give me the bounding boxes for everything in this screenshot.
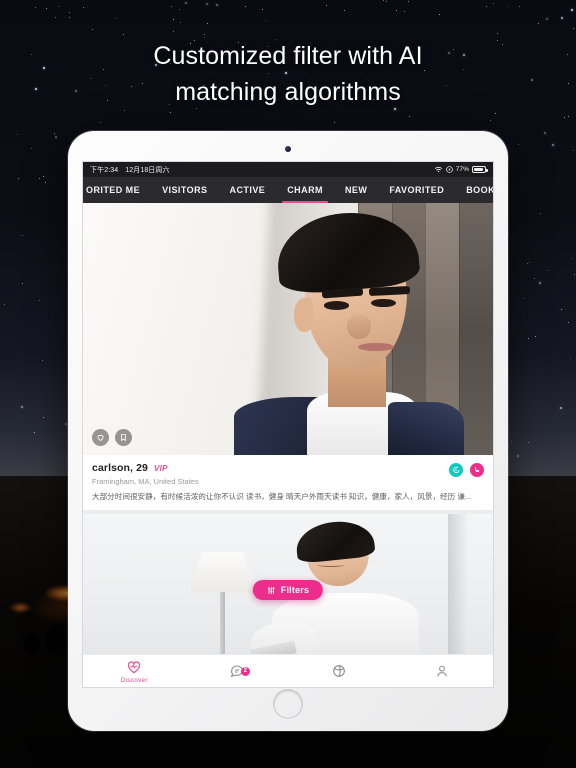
- profile-feed[interactable]: carlson, 29 VIP Framingham, MA, United S…: [83, 203, 493, 654]
- heart-pulse-icon: [128, 660, 141, 673]
- tab-favorited[interactable]: FAVORITED: [378, 177, 455, 203]
- chat-icon[interactable]: [449, 463, 463, 477]
- nav-label-discover: Discover: [120, 676, 148, 684]
- filters-button[interactable]: Filters: [252, 580, 324, 600]
- person-icon: [436, 665, 447, 677]
- location-icon: [445, 166, 453, 173]
- tab-active[interactable]: ACTIVE: [219, 177, 277, 203]
- device-screen: 下午2:34 12月18日周六 77% ORITED ME VISITORS ACT…: [82, 161, 494, 688]
- profile-name: carlson, 29: [92, 462, 148, 474]
- headline-line-1: Customized filter with AI: [153, 42, 423, 70]
- front-camera-icon: [285, 146, 291, 152]
- photo-action-chips[interactable]: [92, 429, 132, 446]
- profile-card[interactable]: carlson, 29 VIP Framingham, MA, United S…: [83, 203, 493, 510]
- profile-bio: 大部分时间很安静，有时候活泼的让你不认识 读书，健身 晴天户外雨天读书 知识，健…: [92, 491, 472, 501]
- tab-orited-me[interactable]: ORITED ME: [83, 177, 151, 203]
- battery-icon: [472, 166, 488, 173]
- headline-line-2: matching algorithms: [175, 78, 401, 106]
- nav-item-discover[interactable]: Discover: [83, 659, 186, 684]
- nav-item-messages[interactable]: 2: [186, 663, 289, 679]
- globe-icon: [333, 665, 346, 677]
- wifi-icon: [434, 166, 442, 172]
- phone-icon[interactable]: [470, 463, 484, 477]
- nav-item-explore[interactable]: [288, 663, 391, 679]
- profile-info: carlson, 29 VIP Framingham, MA, United S…: [83, 455, 493, 510]
- heart-icon[interactable]: [92, 429, 109, 446]
- lamp-icon: [189, 551, 256, 594]
- status-bar: 下午2:34 12月18日周六 77%: [83, 162, 493, 177]
- tab-visitors[interactable]: VISITORS: [151, 177, 218, 203]
- messages-badge: 2: [240, 667, 250, 676]
- tab-charm[interactable]: CHARM: [276, 177, 334, 203]
- profile-photo-image: [83, 203, 493, 455]
- filters-label: Filters: [280, 585, 310, 595]
- tablet-device-frame: 下午2:34 12月18日周六 77% ORITED ME VISITORS ACT…: [68, 131, 508, 731]
- bookmark-icon[interactable]: [115, 429, 132, 446]
- status-time: 下午2:34: [90, 166, 119, 174]
- category-tab-bar[interactable]: ORITED ME VISITORS ACTIVE CHARM NEW FAVORITED…: [83, 177, 493, 203]
- profile-photo-primary[interactable]: [83, 203, 493, 455]
- profile-actions[interactable]: [449, 463, 484, 477]
- photo-subject: [234, 207, 465, 455]
- profile-location: Framingham, MA, United States: [92, 476, 199, 486]
- battery-percent: 77%: [455, 166, 469, 173]
- tab-new[interactable]: NEW: [334, 177, 378, 203]
- vip-badge: VIP: [153, 464, 168, 473]
- status-date: 12月18日周六: [125, 166, 170, 174]
- tab-bookmark[interactable]: BOOKMARK: [455, 177, 493, 203]
- nav-item-profile[interactable]: [391, 663, 494, 679]
- sliders-icon: [267, 586, 275, 594]
- bottom-navigation[interactable]: Discover 2: [83, 654, 493, 687]
- page-title: Customized filter with AI matching algor…: [0, 38, 576, 110]
- home-button[interactable]: [273, 689, 303, 719]
